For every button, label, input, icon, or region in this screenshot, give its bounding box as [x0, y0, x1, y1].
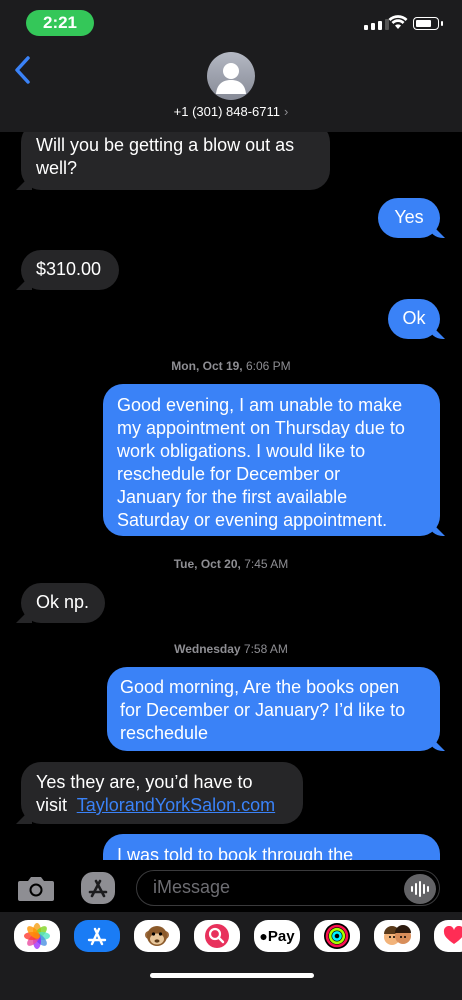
app-store-icon — [81, 872, 115, 904]
memoji-app[interactable] — [374, 920, 420, 952]
memoji-icon — [384, 925, 411, 945]
message-line: Will you be getting a blow out as — [36, 135, 295, 155]
camera-icon[interactable] — [16, 872, 56, 904]
message-text: Ok — [402, 308, 426, 328]
audio-message-button[interactable] — [404, 874, 436, 904]
timestamp: Wednesday 7:58 AM — [0, 642, 462, 656]
heart-app[interactable] — [434, 920, 462, 952]
photos-icon — [24, 923, 50, 949]
cellular-signal-icon — [364, 19, 389, 30]
message-line: reschedule for December or — [117, 464, 341, 484]
imessage-input[interactable]: iMessage — [136, 870, 440, 906]
message-bubble-outgoing[interactable]: Good morning, Are the books open for Dec… — [107, 667, 440, 751]
contact-name-row[interactable]: +1 (301) 848-6711 › — [0, 104, 462, 119]
imessage-app-drawer: ● Pay — [0, 912, 462, 1000]
timestamp: Tue, Oct 20, 7:45 AM — [0, 557, 462, 571]
status-time[interactable]: 2:21 — [26, 10, 94, 36]
message-line: Good evening, I am unable to make — [117, 395, 403, 415]
animoji-app[interactable] — [134, 920, 180, 952]
contact-avatar[interactable] — [207, 52, 255, 100]
wifi-icon — [388, 15, 408, 29]
apple-pay-app[interactable]: ● Pay — [254, 920, 300, 952]
timestamp-day: Tue, Oct 20, — [173, 557, 241, 571]
apple-pay-label: Pay — [267, 927, 295, 945]
message-text: $310.00 — [36, 259, 102, 279]
timestamp-day: Wednesday — [174, 642, 241, 656]
message-line: Good morning, Are the books open — [120, 677, 400, 697]
battery-icon — [413, 17, 443, 30]
message-text: visit — [36, 795, 67, 815]
message-bubble-incoming[interactable]: Ok np. — [21, 583, 105, 623]
timestamp: Mon, Oct 19, 6:06 PM — [0, 359, 462, 373]
message-bubble-incoming[interactable]: Yes they are, you’d have to visit Taylor… — [21, 762, 303, 824]
message-line: my appointment on Thursday due to — [117, 418, 405, 438]
message-line: work obligations. I would like to — [117, 441, 366, 461]
message-line: January for the first available — [117, 487, 348, 507]
heart-icon — [443, 926, 462, 944]
message-line: visit TaylorandYorkSalon.com — [36, 794, 288, 817]
waveform-icon — [411, 881, 429, 897]
web-images-icon — [205, 924, 229, 948]
app-store-app[interactable] — [74, 920, 120, 952]
compose-bar: iMessage — [0, 860, 462, 912]
home-indicator[interactable] — [150, 973, 314, 978]
message-bubble-outgoing[interactable]: Ok — [388, 299, 440, 339]
activity-icon — [324, 923, 350, 949]
message-text: Yes — [394, 207, 424, 227]
status-bar: 2:21 — [0, 0, 462, 44]
web-images-app[interactable] — [194, 920, 240, 952]
message-bubble-outgoing[interactable]: Good evening, I am unable to make my app… — [103, 384, 440, 536]
timestamp-day: Mon, Oct 19, — [171, 359, 243, 373]
activity-app[interactable] — [314, 920, 360, 952]
animoji-icon — [145, 926, 169, 946]
contact-details-chevron-icon: › — [284, 104, 289, 119]
message-text: Ok np. — [36, 592, 90, 612]
apple-pay-icon: ● — [259, 928, 268, 944]
back-chevron-icon[interactable] — [12, 55, 34, 85]
photos-app[interactable] — [14, 920, 60, 952]
message-line: reschedule — [120, 723, 209, 743]
app-store-icon — [87, 927, 107, 946]
timestamp-time: 6:06 PM — [245, 359, 291, 373]
message-bubble-incoming[interactable]: $310.00 — [21, 250, 119, 290]
message-line: Yes they are, you’d have to — [36, 772, 253, 792]
app-store-toggle-button[interactable] — [78, 870, 118, 906]
person-silhouette-icon — [216, 63, 246, 94]
timestamp-time: 7:45 AM — [244, 557, 289, 571]
salon-website-link[interactable]: TaylorandYorkSalon.com — [77, 795, 275, 815]
message-line: for December or January? I’d like to — [120, 700, 406, 720]
timestamp-time: 7:58 AM — [243, 642, 288, 656]
contact-number: +1 (301) 848-6711 — [173, 104, 281, 119]
message-bubble-incoming[interactable]: Will you be getting a blow out as well? — [21, 122, 330, 190]
message-bubble-outgoing[interactable]: Yes — [378, 198, 440, 238]
imessage-placeholder: iMessage — [153, 877, 231, 897]
message-line: Saturday or evening appointment. — [117, 510, 388, 530]
message-line: well? — [36, 158, 78, 178]
